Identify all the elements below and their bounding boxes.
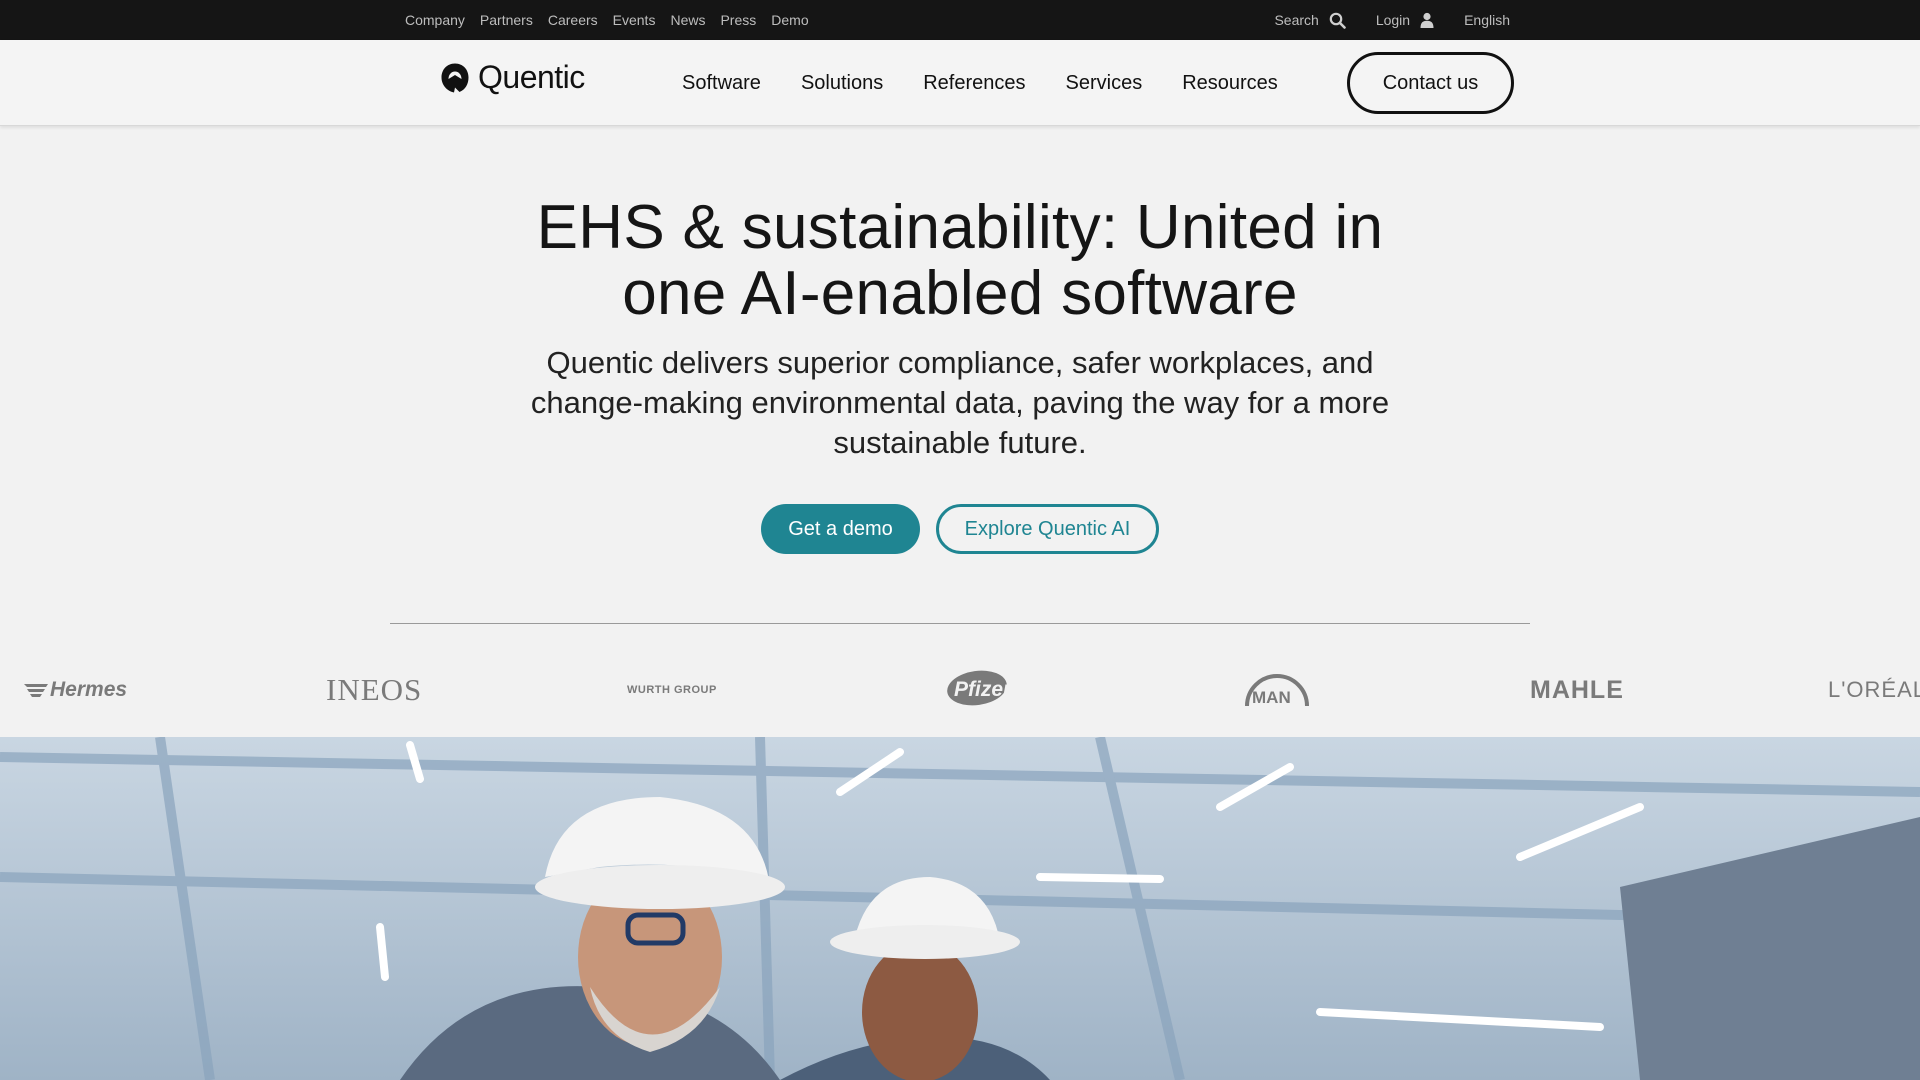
section-divider xyxy=(390,623,1530,624)
utility-links: Company Partners Careers Events News Pre… xyxy=(405,12,809,28)
nav-item-solutions[interactable]: Solutions xyxy=(801,72,883,95)
customer-logo-hermes: Hermes xyxy=(24,660,127,720)
utility-link-demo[interactable]: Demo xyxy=(771,12,808,28)
hero-title: EHS & sustainability: United in one AI-e… xyxy=(460,195,1460,327)
hermes-wing-icon xyxy=(24,684,48,697)
hero-title-line2: one AI-enabled software xyxy=(622,259,1298,328)
nav-item-resources[interactable]: Resources xyxy=(1182,72,1278,95)
customer-logo-man: MAN xyxy=(1244,660,1309,720)
language-selector[interactable]: English xyxy=(1464,12,1510,28)
quentic-logo[interactable]: Quentic xyxy=(440,59,585,96)
utility-link-careers[interactable]: Careers xyxy=(548,12,598,28)
nav-item-software[interactable]: Software xyxy=(682,72,761,95)
user-icon xyxy=(1420,12,1434,28)
search-icon xyxy=(1329,12,1346,29)
utility-link-press[interactable]: Press xyxy=(720,12,756,28)
explore-ai-button[interactable]: Explore Quentic AI xyxy=(936,504,1159,554)
search-button[interactable]: Search xyxy=(1274,12,1346,29)
utility-link-partners[interactable]: Partners xyxy=(480,12,533,28)
main-navigation: Quentic Software Solutions References Se… xyxy=(0,40,1920,126)
hero-subtitle: Quentic delivers superior compliance, sa… xyxy=(530,345,1390,460)
nav-item-services[interactable]: Services xyxy=(1066,72,1143,95)
quentic-logo-icon xyxy=(441,63,469,92)
contact-us-button[interactable]: Contact us xyxy=(1347,52,1514,114)
login-button[interactable]: Login xyxy=(1376,12,1434,28)
customer-logo-strip: Hermes INEOS WURTH GROUP Pfizer MAN MAHL… xyxy=(0,660,1920,720)
get-demo-button[interactable]: Get a demo xyxy=(761,504,920,554)
login-label: Login xyxy=(1375,12,1411,28)
nav-item-references[interactable]: References xyxy=(923,72,1025,95)
search-label: Search xyxy=(1274,12,1319,28)
customer-logo-mahle: MAHLE xyxy=(1530,675,1624,704)
hero-photo-workers xyxy=(0,737,1920,1080)
primary-menu: Software Solutions References Services R… xyxy=(682,40,1278,126)
utility-link-news[interactable]: News xyxy=(670,12,705,28)
logo-wordmark: Quentic xyxy=(478,59,585,95)
utility-link-events[interactable]: Events xyxy=(613,12,656,28)
hero-cta-group: Get a demo Explore Quentic AI xyxy=(761,504,1159,554)
customer-logo-ineos: INEOS xyxy=(326,672,423,707)
utility-bar: Company Partners Careers Events News Pre… xyxy=(0,0,1920,40)
hero-title-line1: EHS & sustainability: United in xyxy=(536,193,1384,262)
customer-logo-pfizer: Pfizer xyxy=(946,660,1011,720)
customer-logo-wurth: WURTH GROUP xyxy=(627,684,717,696)
utility-link-company[interactable]: Company xyxy=(405,12,465,28)
customer-logo-loreal: L'ORÉAL xyxy=(1828,677,1920,702)
